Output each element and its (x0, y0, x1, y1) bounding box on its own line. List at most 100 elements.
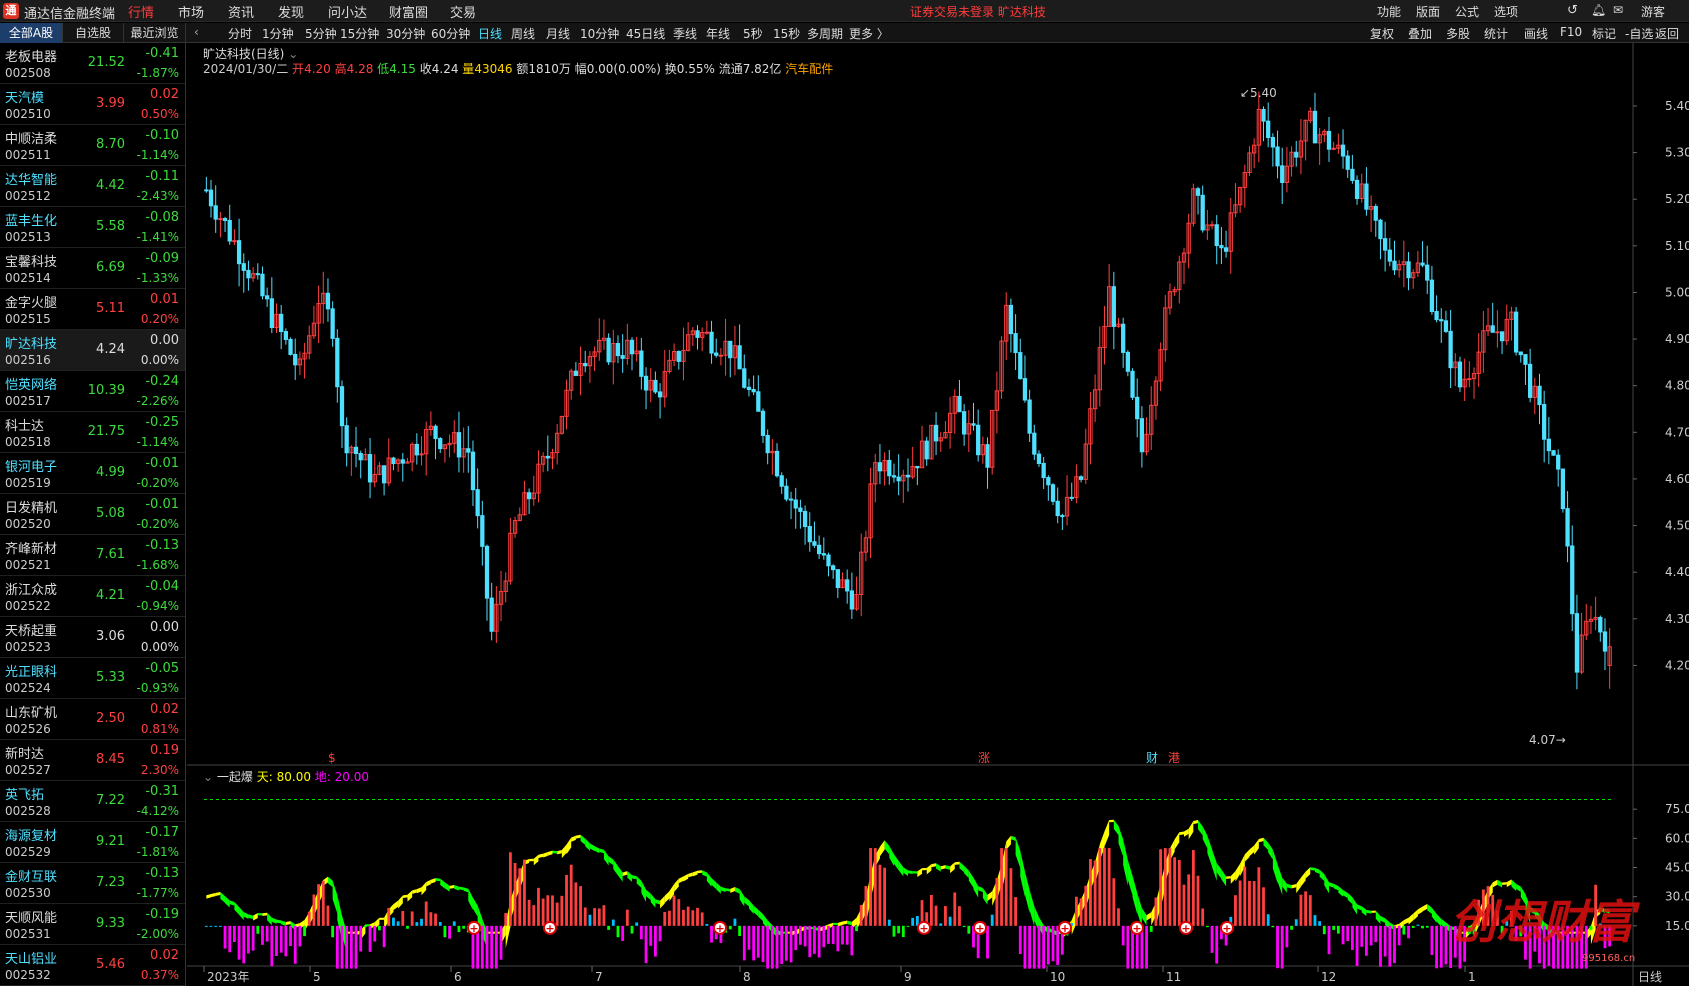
tool-6[interactable]: 标记 (1592, 25, 1616, 42)
period-6[interactable]: 日线 (478, 25, 502, 42)
stock-row[interactable]: 蓝丰生化 002513 5.58 -0.08 -1.41% (0, 207, 185, 248)
period-label: 日线 (1638, 970, 1662, 984)
stock-row[interactable]: 银河电子 002519 4.99 -0.01 -0.20% (0, 453, 185, 494)
menu-4[interactable]: 问小达 (328, 2, 367, 21)
stock-row[interactable]: 旷达科技 002516 4.24 0.00 0.00% (0, 330, 185, 371)
stock-row[interactable]: 海源复材 002529 9.21 -0.17 -1.81% (0, 822, 185, 863)
tool-3[interactable]: 统计 (1484, 25, 1508, 42)
indicator-bar (897, 925, 901, 934)
period-13[interactable]: 5秒 (743, 25, 763, 42)
period-1[interactable]: 1分钟 (262, 25, 294, 42)
indicator-band (239, 907, 244, 920)
user-label[interactable]: 游客 (1641, 3, 1665, 20)
tool-4[interactable]: 画线 (1524, 25, 1548, 42)
stock-row[interactable]: 齐峰新材 002521 7.61 -0.13 -1.68% (0, 535, 185, 576)
stock-row[interactable]: 宝馨科技 002514 6.69 -0.09 -1.33% (0, 248, 185, 289)
period-0[interactable]: 分时 (228, 25, 252, 42)
indicator-bar (1229, 916, 1233, 926)
topright-2[interactable]: 公式 (1455, 3, 1479, 20)
indicator-bar (579, 886, 582, 926)
period-5[interactable]: 60分钟 (431, 25, 470, 42)
stock-row[interactable]: 浙江众成 002522 4.21 -0.04 -0.94% (0, 576, 185, 617)
stock-row[interactable]: 天汽模 002510 3.99 0.02 0.50% (0, 84, 185, 125)
tool-8[interactable]: 返回 (1655, 25, 1679, 42)
stock-row[interactable]: 科士达 002518 21.75 -0.25 -1.14% (0, 412, 185, 453)
dropdown-icon[interactable]: ⌄ (288, 47, 298, 61)
indicator-bar (724, 925, 727, 933)
menu-2[interactable]: 资讯 (228, 2, 254, 21)
period-10[interactable]: 45日线 (626, 25, 665, 42)
indicator-band (1160, 863, 1166, 909)
bell-icon[interactable]: 🔔︎ (1591, 3, 1606, 17)
indicator-band (379, 917, 385, 920)
indicator-band (1258, 837, 1264, 843)
candle-body (1331, 147, 1336, 150)
stock-row[interactable]: 中顺洁柔 002511 8.70 -0.10 -1.14% (0, 125, 185, 166)
menu-5[interactable]: 财富圈 (389, 2, 428, 21)
indicator-band (1193, 820, 1199, 825)
stock-change: 0.00 (150, 333, 179, 348)
menu-3[interactable]: 发现 (278, 2, 304, 21)
candle-body (915, 465, 920, 469)
menu-0[interactable]: 行情 (128, 2, 154, 21)
period-4[interactable]: 30分钟 (386, 25, 425, 42)
period-7[interactable]: 周线 (511, 25, 535, 42)
period-3[interactable]: 15分钟 (340, 25, 379, 42)
stock-change: -0.11 (145, 169, 179, 184)
stock-row[interactable]: 光正眼科 002524 5.33 -0.05 -0.93% (0, 658, 185, 699)
period-11[interactable]: 季线 (673, 25, 697, 42)
stock-row[interactable]: 英飞拓 002528 7.22 -0.31 -4.12% (0, 781, 185, 822)
period-8[interactable]: 月线 (546, 25, 570, 42)
tool-2[interactable]: 多股 (1446, 25, 1470, 42)
stock-row[interactable]: 日发精机 002520 5.08 -0.01 -0.20% (0, 494, 185, 535)
topright-0[interactable]: 功能 (1377, 3, 1401, 20)
tool-0[interactable]: 复权 (1370, 25, 1394, 42)
period-2[interactable]: 5分钟 (305, 25, 337, 42)
stock-row[interactable]: 达华智能 002512 4.42 -0.11 -2.43% (0, 166, 185, 207)
refresh-icon[interactable]: ↺ (1567, 3, 1578, 18)
candle-body (952, 395, 957, 414)
stock-row[interactable]: 恺英网络 002517 10.39 -0.24 -2.26% (0, 371, 185, 412)
stock-row[interactable]: 天桥起重 002523 3.06 0.00 0.00% (0, 617, 185, 658)
period-12[interactable]: 年线 (706, 25, 730, 42)
collapse-icon[interactable]: ‹ (194, 25, 199, 39)
period-15[interactable]: 多周期 (807, 25, 843, 42)
stock-row[interactable]: 新时达 002527 8.45 0.19 2.30% (0, 740, 185, 781)
stock-pct: -4.12% (136, 804, 179, 818)
indicator-bar (1276, 925, 1279, 969)
topright-3[interactable]: 选项 (1494, 3, 1518, 20)
indicator-band (561, 844, 567, 859)
mail-icon[interactable]: ✉ (1613, 3, 1623, 17)
stock-row[interactable]: 金财互联 002530 7.23 -0.13 -1.77% (0, 863, 185, 904)
indicator-bar (1365, 925, 1368, 956)
indicator-bar (331, 925, 335, 938)
tool-7[interactable]: -自选 (1625, 25, 1653, 42)
tool-1[interactable]: 叠加 (1408, 25, 1432, 42)
stock-row[interactable]: 天山铝业 002532 5.46 0.02 0.37% (0, 945, 185, 986)
stock-row[interactable]: 山东矿机 002526 2.50 0.02 0.81% (0, 699, 185, 740)
left-tab-1[interactable]: 自选股 (63, 23, 124, 43)
candle-body (690, 330, 695, 336)
period-9[interactable]: 10分钟 (580, 25, 619, 42)
indicator-bar (1304, 891, 1308, 926)
topright-1[interactable]: 版面 (1416, 3, 1440, 20)
indicator-band (1183, 828, 1189, 837)
stock-row[interactable]: 金字火腿 002515 5.11 0.01 0.20% (0, 289, 185, 330)
indicator-dropdown-icon[interactable]: ⌄ (203, 770, 213, 784)
tool-5[interactable]: F10 (1560, 25, 1582, 39)
left-tab-0[interactable]: 全部A股 (0, 23, 63, 43)
period-14[interactable]: 15秒 (773, 25, 800, 42)
indicator-bar (948, 916, 952, 926)
candle-body (1078, 476, 1084, 480)
period-16[interactable]: 更多 〉 (849, 25, 889, 42)
indicator-bar (1280, 925, 1284, 969)
menu-1[interactable]: 市场 (178, 2, 204, 21)
left-tab-2[interactable]: 最近浏览 (124, 23, 186, 43)
stock-row[interactable]: 老板电器 002508 21.52 -0.41 -1.87% (0, 43, 185, 84)
candle-body (1027, 399, 1032, 434)
stock-row[interactable]: 天顺风能 002531 9.33 -0.19 -2.00% (0, 904, 185, 945)
menu-6[interactable]: 交易 (450, 2, 476, 21)
indicator-band (1586, 925, 1591, 941)
indicator-bar (920, 900, 924, 926)
login-notice[interactable]: 证券交易未登录 旷达科技 (910, 3, 1046, 20)
